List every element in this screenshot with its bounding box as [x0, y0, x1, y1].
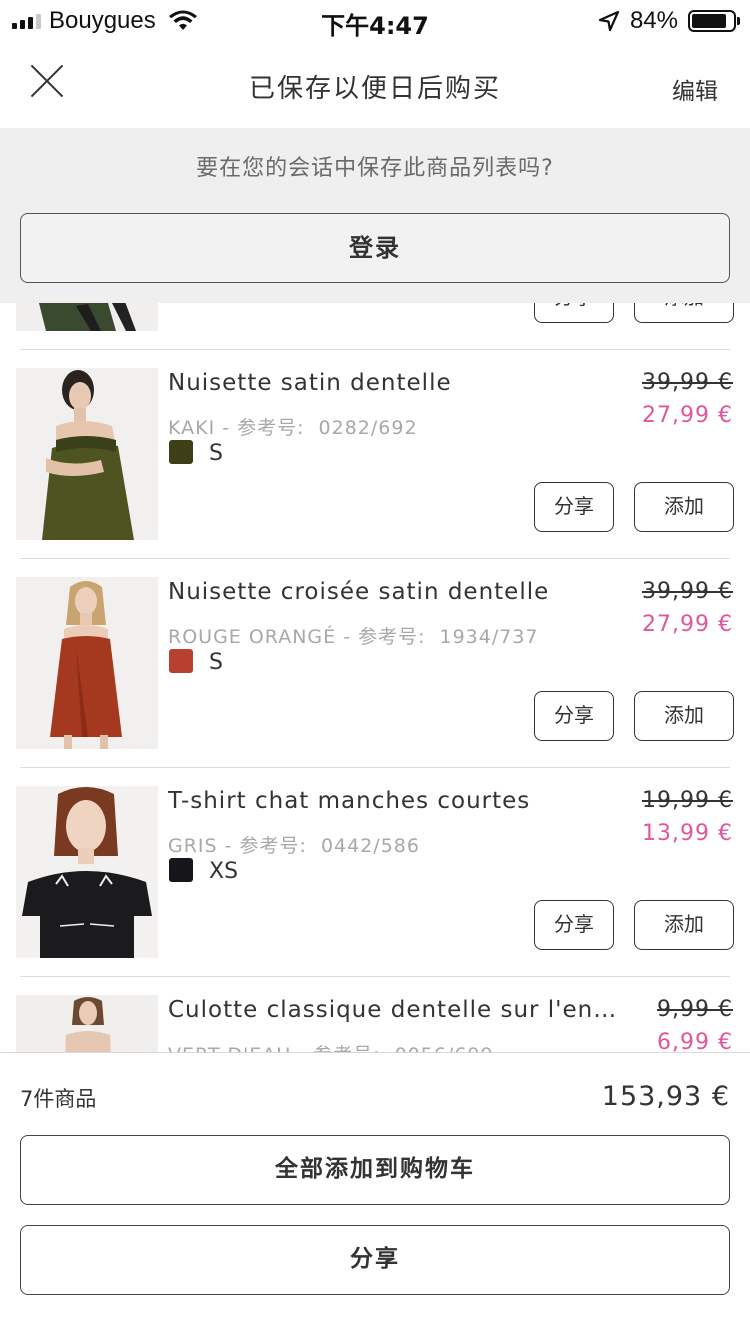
- color-swatch: [169, 649, 193, 673]
- add-all-to-cart-button[interactable]: 全部添加到购物车: [20, 1135, 730, 1205]
- product-image[interactable]: [16, 995, 158, 1052]
- product-color: GRIS: [168, 835, 218, 857]
- sale-price: 13,99 €: [642, 821, 733, 846]
- share-button[interactable]: 分享: [534, 482, 614, 532]
- reference-number: 0282/692: [318, 417, 418, 439]
- original-price: 39,99 €: [642, 579, 733, 604]
- product-reference: VERT D'EAU - 参考号:0056/699: [168, 1040, 494, 1052]
- original-price: 9,99 €: [657, 997, 733, 1022]
- footer: 7件商品 153,93 € 全部添加到购物车 分享: [0, 1052, 750, 1334]
- add-button[interactable]: 添加: [634, 900, 734, 950]
- product-image[interactable]: [16, 786, 158, 958]
- add-button[interactable]: 添加: [634, 691, 734, 741]
- product-color: ROUGE ORANGÉ: [168, 626, 337, 648]
- sale-price: 6,99 €: [657, 1030, 733, 1052]
- share-button[interactable]: 分享: [534, 691, 614, 741]
- product-image[interactable]: [16, 577, 158, 749]
- reference-label: 参考号:: [237, 417, 305, 439]
- product-size: XS: [209, 859, 239, 884]
- product-reference: ROUGE ORANGÉ - 参考号: 1934/737: [168, 626, 539, 648]
- product-name[interactable]: Nuisette croisée satin dentelle: [168, 579, 628, 605]
- product-color: VERT D'EAU: [168, 1044, 291, 1052]
- total-price: 153,93 €: [601, 1081, 730, 1112]
- add-button[interactable]: 添加: [634, 482, 734, 532]
- list-item: Nuisette croisée satin dentelle ROUGE OR…: [0, 558, 750, 767]
- color-swatch: [169, 858, 193, 882]
- share-all-button[interactable]: 分享: [20, 1225, 730, 1295]
- sale-price: 27,99 €: [642, 403, 733, 428]
- product-reference: GRIS - 参考号: 0442/586: [168, 835, 420, 857]
- reference-label: 参考号:: [358, 626, 426, 648]
- reference-number: 0056/699: [395, 1044, 494, 1052]
- login-prompt: 要在您的会话中保存此商品列表吗?: [196, 156, 554, 181]
- product-color: KAKI: [168, 417, 216, 439]
- product-name[interactable]: Nuisette satin dentelle: [168, 370, 628, 396]
- product-reference: KAKI - 参考号: 0282/692: [168, 417, 418, 439]
- login-banner: 要在您的会话中保存此商品列表吗? 登录: [0, 128, 750, 303]
- product-name[interactable]: Culotte classique dentelle sur l'ensembl…: [168, 997, 628, 1023]
- reference-label: 参考号:: [239, 835, 307, 857]
- divider: [20, 558, 730, 559]
- list-item: T-shirt chat manches courtes GRIS - 参考号:…: [0, 767, 750, 976]
- divider: [20, 767, 730, 768]
- product-size: S: [209, 441, 223, 466]
- reference-number: 0442/586: [320, 835, 420, 857]
- product-image[interactable]: [16, 368, 158, 540]
- list-item: Culotte classique dentelle sur l'ensembl…: [0, 976, 750, 1052]
- reference-label: 参考号:: [313, 1044, 380, 1052]
- login-button[interactable]: 登录: [20, 213, 730, 283]
- divider: [20, 349, 730, 350]
- product-name[interactable]: T-shirt chat manches courtes: [168, 788, 628, 814]
- divider: [20, 976, 730, 977]
- color-swatch: [169, 440, 193, 464]
- share-button[interactable]: 分享: [534, 900, 614, 950]
- sale-price: 27,99 €: [642, 612, 733, 637]
- original-price: 19,99 €: [642, 788, 733, 813]
- product-size: S: [209, 650, 223, 675]
- list-item: Nuisette satin dentelle KAKI - 参考号: 0282/…: [0, 349, 750, 558]
- original-price: 39,99 €: [642, 370, 733, 395]
- item-count: 7件商品: [20, 1087, 97, 1111]
- reference-number: 1934/737: [439, 626, 539, 648]
